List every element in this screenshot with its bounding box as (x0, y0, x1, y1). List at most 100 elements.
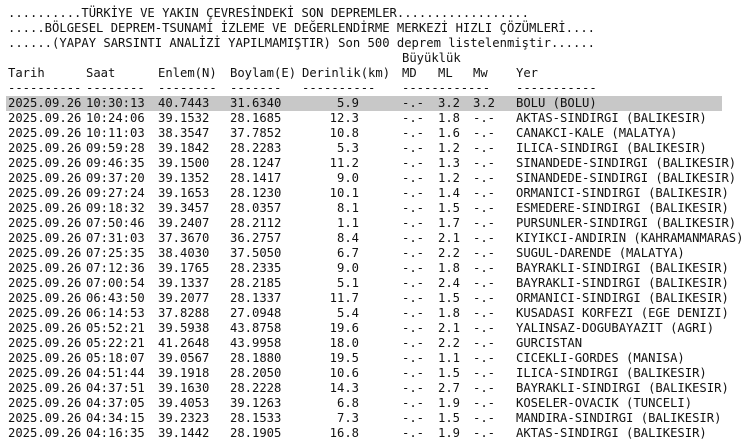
cell-ml: 1.8 (438, 306, 461, 320)
table-row[interactable]: 2025.09.26 07:50:46 39.2407 28.2112 1.1 -.- 1.… (0, 216, 747, 231)
cell-depth: 5.1 (336, 276, 359, 290)
cell-lat: 39.0567 (158, 351, 210, 365)
cell-md: -.- (402, 231, 425, 245)
cell-lon: 31.6340 (230, 96, 282, 110)
table-row[interactable]: 2025.09.26 04:34:15 39.2323 28.1533 7.3 -.- 1.… (0, 411, 747, 426)
cell-ml: 2.1 (438, 321, 461, 335)
cell-depth: 8.1 (336, 201, 359, 215)
header-lat: Enlem(N) (158, 66, 217, 80)
cell-place: YALINSAZ-DOGUBAYAZIT (AGRI) (516, 321, 715, 335)
cell-place: ORMANICI-SINDIRGI (BALIKESIR) (516, 291, 729, 305)
cell-place: KOSELER-OVACIK (TUNCELI) (516, 396, 693, 410)
cell-lat: 39.1918 (158, 366, 210, 380)
cell-date: 2025.09.26 (8, 396, 82, 410)
cell-date: 2025.09.26 (8, 351, 82, 365)
table-row[interactable]: 2025.09.26 09:18:32 39.3457 28.0357 8.1 -.- 1.… (0, 201, 747, 216)
cell-md: -.- (402, 261, 425, 275)
cell-date: 2025.09.26 (8, 126, 82, 140)
table-row[interactable]: 2025.09.26 05:22:21 41.2648 43.9958 18.0 -.- 2… (0, 336, 747, 351)
table-row[interactable]: 2025.09.26 10:11:03 38.3547 37.7852 10.8 -.- 1… (0, 126, 747, 141)
cell-date: 2025.09.26 (8, 261, 82, 275)
cell-lon: 28.1880 (230, 351, 282, 365)
magnitude-group-label: Büyüklük (402, 51, 461, 65)
table-row[interactable]: 2025.09.26 06:14:53 37.8288 27.0948 5.4 -.- 1.… (0, 306, 747, 321)
cell-time: 04:34:15 (86, 411, 145, 425)
cell-lon: 28.2185 (230, 276, 282, 290)
cell-time: 09:46:35 (86, 156, 145, 170)
cell-ml: 1.9 (438, 396, 461, 410)
cell-place: AKTAS-SINDIRGI (BALIKESIR) (516, 426, 707, 440)
cell-mw: -.- (473, 126, 496, 140)
table-row[interactable]: 2025.09.26 07:00:54 39.1337 28.2185 5.1 -.- 2.… (0, 276, 747, 291)
cell-mw: -.- (473, 336, 496, 350)
table-row[interactable]: 2025.09.26 07:31:03 37.3670 36.2757 8.4 -.- 2.… (0, 231, 747, 246)
cell-ml: 2.1 (438, 231, 461, 245)
cell-mw: -.- (473, 276, 496, 290)
cell-place: KIYIKCI-ANDIRIN (KAHRAMANMARAS) (516, 231, 744, 245)
cell-lon: 28.1905 (230, 426, 282, 440)
table-row[interactable]: 2025.09.26 04:37:05 39.4053 39.1263 6.8 -.- 1.… (0, 396, 747, 411)
table-row[interactable]: 2025.09.26 05:52:21 39.5938 43.8758 19.6 -.- 2… (0, 321, 747, 336)
cell-time: 09:37:20 (86, 171, 145, 185)
cell-lon: 28.2228 (230, 381, 282, 395)
cell-lat: 39.2407 (158, 216, 210, 230)
header-lon: Boylam(E) (230, 66, 297, 80)
cell-depth: 16.8 (329, 426, 359, 440)
table-row[interactable]: 2025.09.26 10:30:13 40.7443 31.6340 5.9 -.- 3.… (0, 96, 747, 111)
separator-time: -------- (86, 81, 145, 95)
cell-md: -.- (402, 291, 425, 305)
table-row[interactable]: 2025.09.26 04:51:44 39.1918 28.2050 10.6 -.- 1… (0, 366, 747, 381)
cell-time: 07:00:54 (86, 276, 145, 290)
cell-time: 10:30:13 (86, 96, 145, 110)
table-row[interactable]: 2025.09.26 05:18:07 39.0567 28.1880 19.5 -.- 1… (0, 351, 747, 366)
cell-place: SINANDEDE-SINDIRGI (BALIKESIR) (516, 156, 737, 170)
cell-lon: 37.7852 (230, 126, 282, 140)
cell-depth: 19.6 (329, 321, 359, 335)
cell-ml: 1.4 (438, 186, 461, 200)
cell-date: 2025.09.26 (8, 411, 82, 425)
cell-mw: -.- (473, 321, 496, 335)
table-row[interactable]: 2025.09.26 09:37:20 39.1352 28.1417 9.0 -.- 1.… (0, 171, 747, 186)
table-row[interactable]: 2025.09.26 04:37:51 39.1630 28.2228 14.3 -.- 2… (0, 381, 747, 396)
cell-mw: -.- (473, 291, 496, 305)
cell-date: 2025.09.26 (8, 276, 82, 290)
cell-ml: 1.5 (438, 411, 461, 425)
cell-depth: 10.8 (329, 126, 359, 140)
table-row[interactable]: 2025.09.26 09:46:35 39.1500 28.1247 11.2 -.- 1… (0, 156, 747, 171)
cell-lat: 39.4053 (158, 396, 210, 410)
cell-lat: 39.1842 (158, 141, 210, 155)
header-depth: Derinlik(km) (302, 66, 391, 80)
header-date: Tarih (8, 66, 45, 80)
cell-place: AKTAS-SINDIRGI (BALIKESIR) (516, 111, 707, 125)
cell-lon: 28.1417 (230, 171, 282, 185)
cell-ml: 2.2 (438, 336, 461, 350)
table-row[interactable]: 2025.09.26 06:43:50 39.2077 28.1337 11.7 -.- 1… (0, 291, 747, 306)
cell-ml: 1.5 (438, 366, 461, 380)
cell-ml: 1.1 (438, 351, 461, 365)
table-row[interactable]: 2025.09.26 07:12:36 39.1765 28.2335 9.0 -.- 1.… (0, 261, 747, 276)
table-row[interactable]: 2025.09.26 04:16:35 39.1442 28.1905 16.8 -.- 1… (0, 426, 747, 441)
cell-ml: 1.9 (438, 426, 461, 440)
table-row[interactable]: 2025.09.26 07:25:35 38.4030 37.5050 6.7 -.- 2.… (0, 246, 747, 261)
cell-time: 07:31:03 (86, 231, 145, 245)
cell-time: 07:50:46 (86, 216, 145, 230)
cell-place: BAYRAKLI-SINDIRGI (BALIKESIR) (516, 276, 729, 290)
cell-time: 05:52:21 (86, 321, 145, 335)
table-row[interactable]: 2025.09.26 10:24:06 39.1532 28.1685 12.3 -.- 1… (0, 111, 747, 126)
cell-place: SINANDEDE-SINDIRGI (BALIKESIR) (516, 171, 737, 185)
cell-mw: -.- (473, 366, 496, 380)
cell-date: 2025.09.26 (8, 306, 82, 320)
table-row[interactable]: 2025.09.26 09:27:24 39.1653 28.1230 10.1 -.- 1… (0, 186, 747, 201)
cell-lat: 40.7443 (158, 96, 210, 110)
cell-lon: 28.1685 (230, 111, 282, 125)
cell-mw: -.- (473, 231, 496, 245)
table-row[interactable]: 2025.09.26 09:59:28 39.1842 28.2283 5.3 -.- 1.… (0, 141, 747, 156)
cell-mw: -.- (473, 186, 496, 200)
cell-ml: 1.2 (438, 141, 461, 155)
cell-time: 05:18:07 (86, 351, 145, 365)
cell-mw: -.- (473, 381, 496, 395)
cell-lon: 28.2283 (230, 141, 282, 155)
cell-mw: -.- (473, 111, 496, 125)
cell-md: -.- (402, 426, 425, 440)
header-mw: Mw (473, 66, 488, 80)
